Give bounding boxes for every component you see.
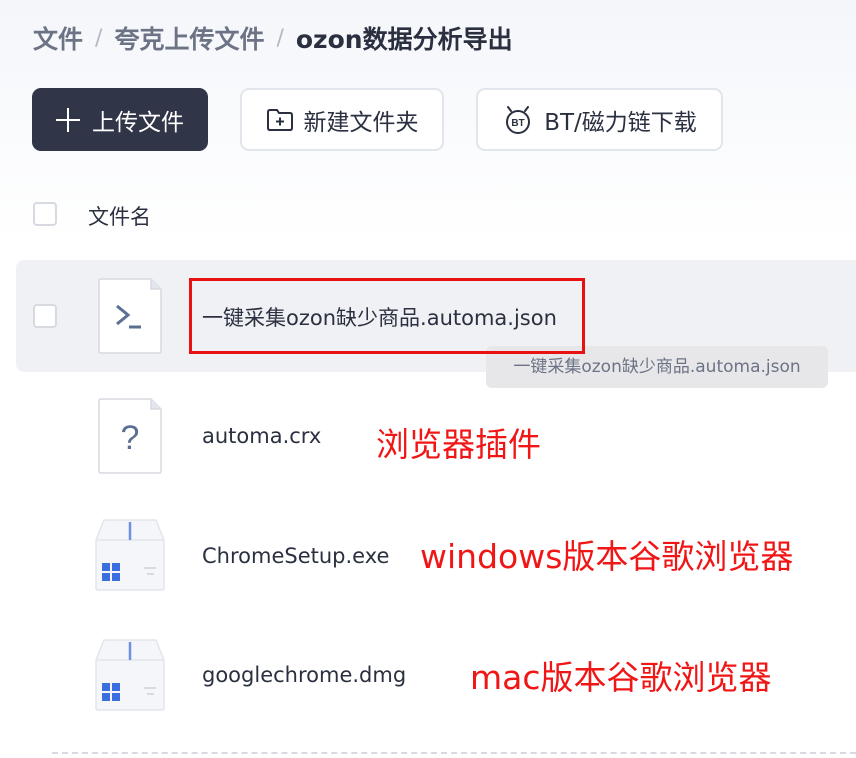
file-name[interactable]: googlechrome.dmg [202, 663, 406, 687]
new-folder-icon [266, 108, 294, 132]
row-checkbox[interactable] [33, 304, 57, 328]
bt-magnet-download-button[interactable]: BT BT/磁力链下载 [476, 88, 723, 151]
unknown-file-icon: ? [98, 398, 162, 478]
bt-magnet-download-label: BT/磁力链下载 [544, 109, 697, 136]
new-folder-button[interactable]: 新建文件夹 [240, 88, 444, 151]
select-all-checkbox[interactable] [33, 202, 57, 226]
breadcrumb-separator: / [276, 25, 284, 51]
bt-icon: BT [502, 105, 534, 134]
plus-icon [56, 107, 80, 132]
breadcrumb: 文件 / 夸克上传文件 / ozon数据分析导出 [33, 20, 513, 56]
breadcrumb-separator: / [95, 25, 103, 51]
upload-file-label: 上传文件 [92, 109, 184, 136]
annotation-exe-note: windows版本谷歌浏览器 [420, 537, 794, 576]
breadcrumb-item-files[interactable]: 文件 [33, 20, 83, 56]
breadcrumb-current-folder: ozon数据分析导出 [295, 25, 513, 54]
upload-file-button[interactable]: 上传文件 [32, 88, 208, 151]
windows-app-icon [94, 518, 166, 596]
code-file-icon [98, 278, 162, 358]
file-manager-page: 文件 / 夸克上传文件 / ozon数据分析导出 上传文件 新建文件夹 BT B… [0, 0, 856, 758]
file-list-header: 文件名 [0, 188, 856, 244]
new-folder-label: 新建文件夹 [303, 109, 419, 136]
breadcrumb-item-quark-uploads[interactable]: 夸克上传文件 [114, 20, 264, 56]
highlight-box [189, 278, 585, 354]
annotation-crx-note: 浏览器插件 [376, 425, 541, 464]
list-bottom-divider [52, 752, 856, 754]
annotation-dmg-note: mac版本谷歌浏览器 [470, 658, 772, 697]
svg-text:?: ? [121, 419, 140, 457]
file-name[interactable]: ChromeSetup.exe [202, 544, 389, 568]
windows-app-icon [94, 638, 166, 716]
column-header-filename[interactable]: 文件名 [88, 201, 151, 231]
svg-text:BT: BT [512, 118, 525, 129]
file-name[interactable]: automa.crx [202, 424, 321, 448]
